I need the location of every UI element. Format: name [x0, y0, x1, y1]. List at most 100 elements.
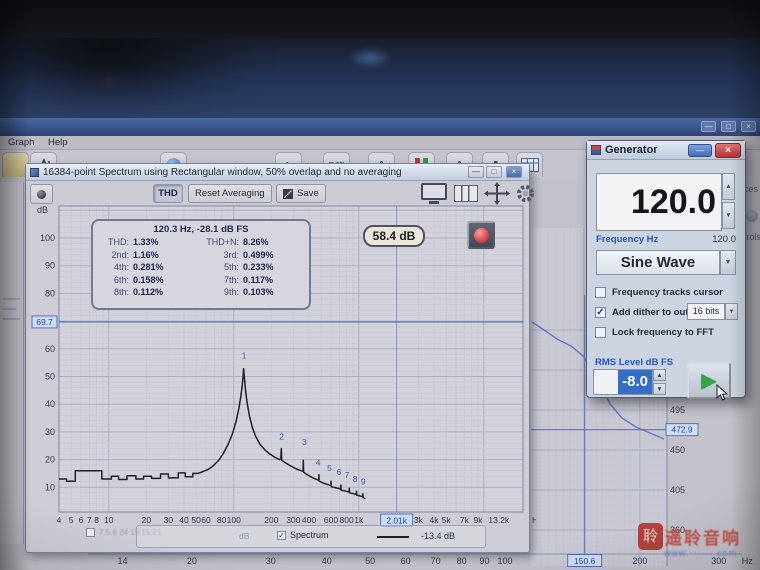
dither-checkbox[interactable]: ✓ — [595, 307, 606, 318]
clipped-text-fragment: ces — [744, 184, 759, 194]
bottom-tick-label: 100 — [497, 556, 512, 566]
screen-glare — [348, 48, 392, 68]
stat-label: 2nd: — [111, 249, 129, 260]
app-titlebar: — □ × — [0, 118, 760, 136]
x-tick-label: 400 — [302, 515, 316, 525]
y-tick-label: 100 — [40, 233, 55, 243]
record-button[interactable] — [467, 221, 495, 249]
waveform-select[interactable]: Sine Wave — [596, 250, 720, 275]
camera-icon — [37, 189, 46, 199]
stat-label: 9th: — [223, 287, 239, 297]
rms-level-field[interactable]: -8.0 — [593, 369, 653, 395]
minimize-icon[interactable]: — — [468, 166, 484, 178]
bottom-tick-label: 70 — [431, 556, 441, 566]
x-tick-label: 3k — [414, 515, 424, 525]
stat-label: 7th: — [223, 274, 239, 285]
bottom-tick-label: 80 — [457, 556, 467, 566]
harmonic-label: 9 — [361, 477, 366, 487]
illegible-text — [3, 298, 20, 300]
bottom-tick-label: 20 — [187, 556, 197, 566]
spin-up-icon[interactable]: ▲ — [653, 369, 666, 381]
menu-help[interactable]: Help — [48, 137, 68, 148]
stat-value: 0.117% — [243, 274, 274, 285]
spectrum-titlebar: 16384-point Spectrum using Rectangular w… — [26, 164, 529, 181]
stat-label: THD+N: — [206, 237, 239, 247]
y-tick-label: 50 — [45, 372, 55, 382]
chevron-down-icon[interactable]: ▼ — [720, 250, 736, 275]
x-tick-label: 7 — [87, 515, 92, 525]
y-tick-label: 90 — [45, 261, 55, 271]
maximize-icon[interactable]: □ — [486, 166, 502, 178]
x-tick-label: 300 — [286, 515, 300, 525]
spin-up-icon[interactable]: ▲ — [722, 173, 735, 200]
y-cursor-label: 69.7 — [36, 317, 53, 327]
legend-db-label: dB — [239, 531, 250, 541]
table-view-button[interactable] — [454, 185, 478, 202]
x-tick-label: 20 — [142, 515, 152, 525]
stat-label: 3rd: — [223, 249, 239, 260]
bottom-tick-label: 90 — [479, 556, 489, 566]
x-tick-label: 40 — [179, 515, 189, 525]
rms-stepper: ▲ ▼ — [653, 369, 666, 395]
stat-value: 0.499% — [243, 249, 274, 260]
harmonic-label: 6 — [337, 467, 342, 477]
y-tick-label: 10 — [45, 482, 55, 492]
x-tick-label: 5 — [69, 515, 74, 525]
harmonic-label: 2 — [279, 432, 284, 442]
spectrum-trace-toggle[interactable]: ✓ Spectrum — [277, 530, 329, 540]
harmonic-label: 1 — [242, 350, 247, 360]
left-background-window — [0, 182, 24, 544]
generator-dialog: Generator — × 120.0 ▲ ▼ Frequency Hz 120… — [586, 140, 746, 401]
x-tick-label: 7k — [460, 515, 470, 525]
x-tick-label: 6 — [79, 515, 84, 525]
stat-value: 0.112% — [133, 287, 164, 297]
spin-down-icon[interactable]: ▼ — [653, 383, 666, 395]
lock-fft-checkbox[interactable] — [595, 327, 606, 338]
y-tick-label: 40 — [45, 399, 55, 409]
x-tick-label: 30 — [164, 515, 174, 525]
tracks-cursor-option[interactable]: Frequency tracks cursor — [595, 287, 723, 298]
bottom-tick-label: 40 — [322, 556, 332, 566]
chevron-down-icon[interactable]: ▼ — [725, 303, 738, 320]
harmonic-label: 7 — [345, 470, 350, 480]
level-readout: 58.4 dB — [363, 225, 425, 247]
record-icon — [473, 227, 489, 243]
menu-graph[interactable]: Graph — [8, 137, 34, 148]
x-tick-label: 13.2k — [488, 515, 510, 525]
maximize-icon[interactable]: □ — [721, 121, 736, 132]
trace-line-sample — [377, 536, 409, 538]
stat-label: 6th: — [113, 274, 129, 285]
session-checkbox[interactable] — [86, 528, 95, 537]
x-tick-label: 5k — [442, 515, 452, 525]
trace-level-value: -13.4 dB — [421, 531, 456, 541]
stat-value: 0.233% — [243, 262, 274, 272]
minimize-icon[interactable]: — — [688, 144, 712, 157]
x-tick-label: 4 — [57, 515, 62, 525]
close-icon[interactable]: × — [715, 143, 741, 158]
save-icon — [283, 188, 293, 199]
right-tick-label: 450 — [670, 445, 685, 455]
close-icon[interactable]: × — [741, 121, 756, 132]
spin-down-icon[interactable]: ▼ — [722, 202, 735, 229]
generator-icon — [591, 145, 601, 155]
rms-level-label: RMS Level dB FS — [595, 357, 674, 368]
dither-bits-select[interactable]: 16 bits — [687, 303, 725, 320]
close-icon[interactable]: × — [506, 166, 522, 178]
bottom-tick-label: 30 — [266, 556, 276, 566]
rms-level-value[interactable]: -8.0 — [618, 370, 652, 394]
lock-fft-option[interactable]: Lock frequency to FFT — [595, 327, 714, 338]
illegible-text — [3, 308, 16, 310]
frequency-stepper: ▲ ▼ — [722, 173, 735, 229]
tracks-cursor-checkbox[interactable] — [595, 287, 606, 298]
spectrum-checkbox[interactable]: ✓ — [277, 530, 286, 540]
frequency-value: 120.0 — [712, 234, 736, 245]
y-tick-label: 80 — [45, 288, 55, 298]
minimize-icon[interactable]: — — [701, 121, 716, 132]
spectrum-title: 16384-point Spectrum using Rectangular w… — [43, 166, 402, 178]
stat-value: 8.26% — [243, 237, 269, 247]
frequency-display[interactable]: 120.0 — [596, 173, 722, 231]
x-tick-label: 200 — [264, 515, 278, 525]
harmonic-label: 4 — [316, 457, 321, 467]
stat-label: 5th: — [223, 262, 239, 272]
watermark-url-text: www.······.com — [664, 548, 737, 558]
